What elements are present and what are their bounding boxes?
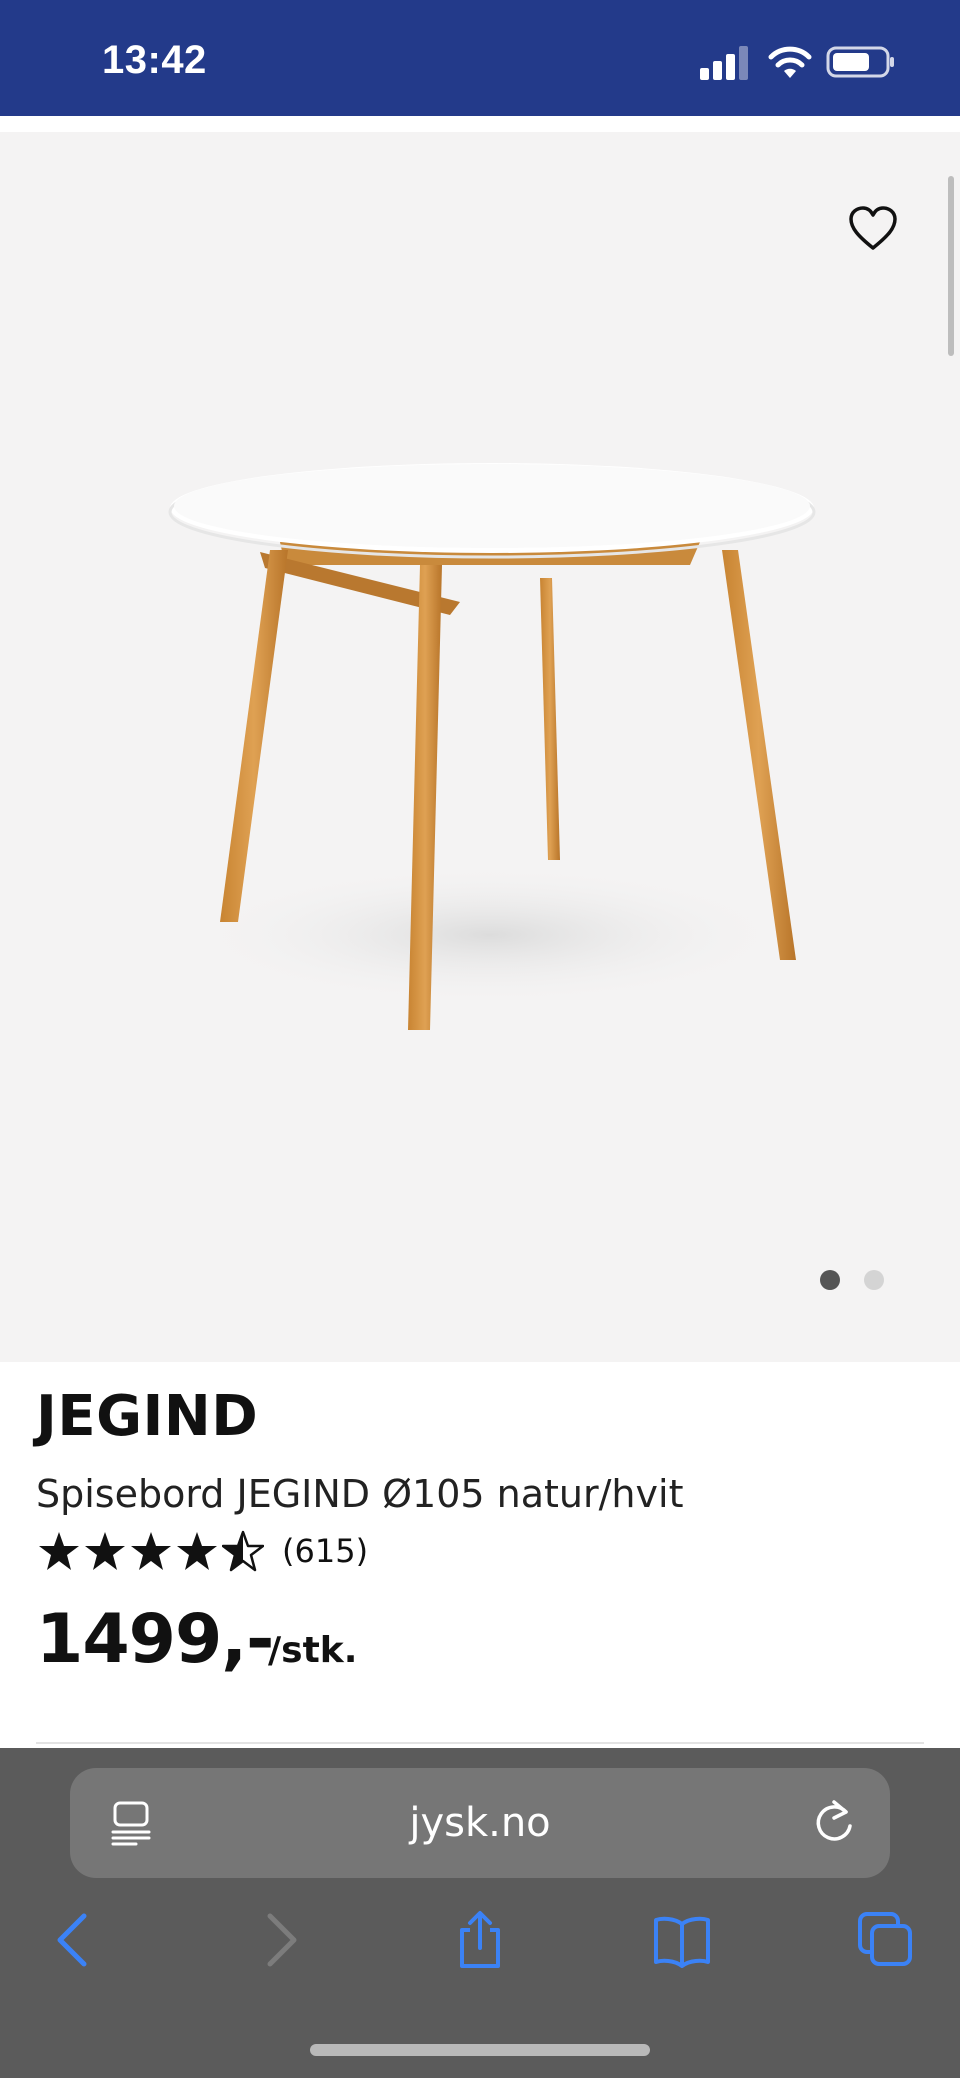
slide-dot-active[interactable] <box>820 1270 840 1290</box>
share-icon[interactable] <box>450 1910 510 1970</box>
star-full-icon <box>39 1532 79 1570</box>
star-full-icon <box>177 1532 217 1570</box>
star-full-icon <box>131 1532 171 1570</box>
page-scrollbar[interactable] <box>948 176 954 356</box>
product-name: Spisebord JEGIND Ø105 natur/hvit <box>36 1472 684 1516</box>
star-half-icon <box>222 1530 264 1572</box>
wifi-icon <box>768 46 812 78</box>
product-brand: JEGIND <box>36 1384 259 1449</box>
rating-stars <box>38 1530 264 1572</box>
reload-icon[interactable] <box>812 1798 856 1844</box>
slide-dot[interactable] <box>864 1270 884 1290</box>
divider <box>36 1742 924 1744</box>
battery-icon <box>826 46 894 78</box>
tabs-icon[interactable] <box>856 1910 916 1970</box>
forward-icon[interactable] <box>250 1910 310 1970</box>
table-image <box>168 463 816 1030</box>
back-icon[interactable] <box>44 1910 104 1970</box>
star-full-icon <box>85 1532 125 1570</box>
status-time: 13:42 <box>102 38 207 82</box>
status-bar: 13:42 <box>0 0 960 116</box>
signal-icon <box>700 46 748 80</box>
product-price: 1499,- <box>36 1600 274 1679</box>
home-indicator[interactable] <box>310 2044 650 2056</box>
review-count[interactable]: (615) <box>282 1532 368 1570</box>
product-rating[interactable]: (615) <box>38 1530 368 1572</box>
heart-icon[interactable] <box>848 206 898 252</box>
price-unit: /stk. <box>268 1630 358 1671</box>
slide-indicator[interactable] <box>820 1270 884 1290</box>
bookmarks-icon[interactable] <box>652 1910 712 1970</box>
